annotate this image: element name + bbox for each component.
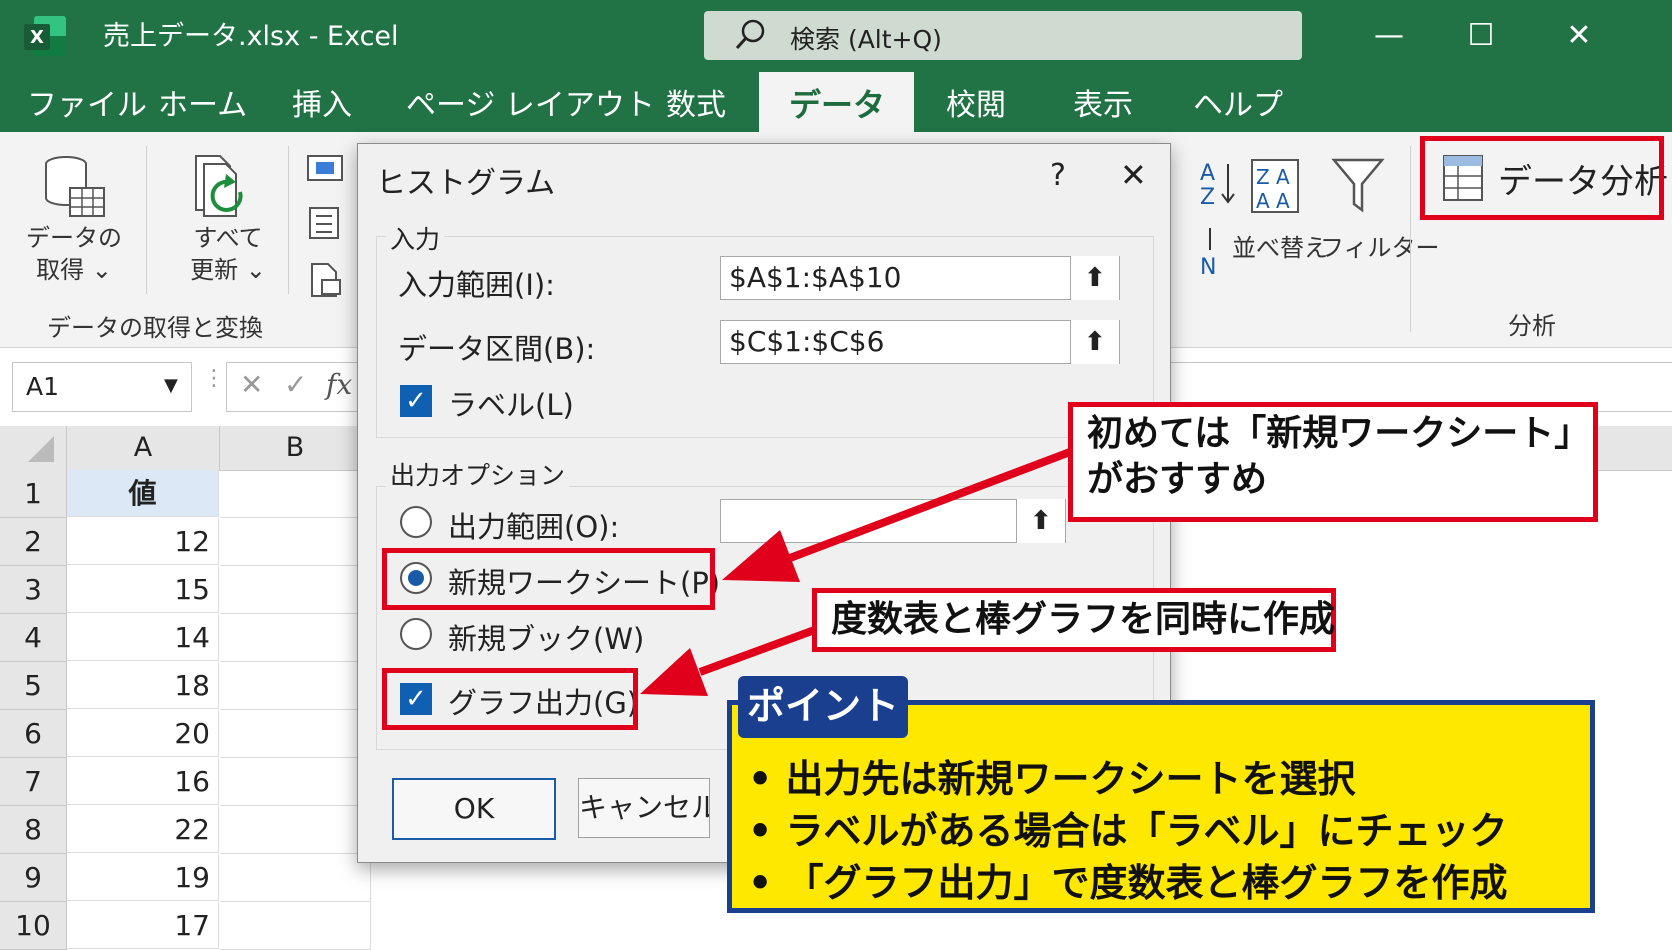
- point-bullet-2: • ラベルがある場合は「ラベル」にチェック: [748, 809, 1508, 853]
- callout-new-sheet-line2: がおすすめ: [1087, 459, 1268, 500]
- point-bullet-3: • 「グラフ出力」で度数表と棒グラフを作成: [748, 861, 1508, 905]
- arrow-head: [640, 648, 708, 696]
- arrow-head: [722, 530, 800, 582]
- callout-new-sheet: 初めては「新規ワークシート」 がおすすめ: [1068, 402, 1598, 522]
- callout-new-sheet-line1: 初めては「新規ワークシート」: [1087, 413, 1591, 454]
- callout-chart-output: 度数表と棒グラフを同時に作成: [812, 588, 1336, 652]
- point-bullet-1: • 出力先は新規ワークシートを選択: [748, 757, 1356, 801]
- point-title: ポイント: [738, 676, 908, 738]
